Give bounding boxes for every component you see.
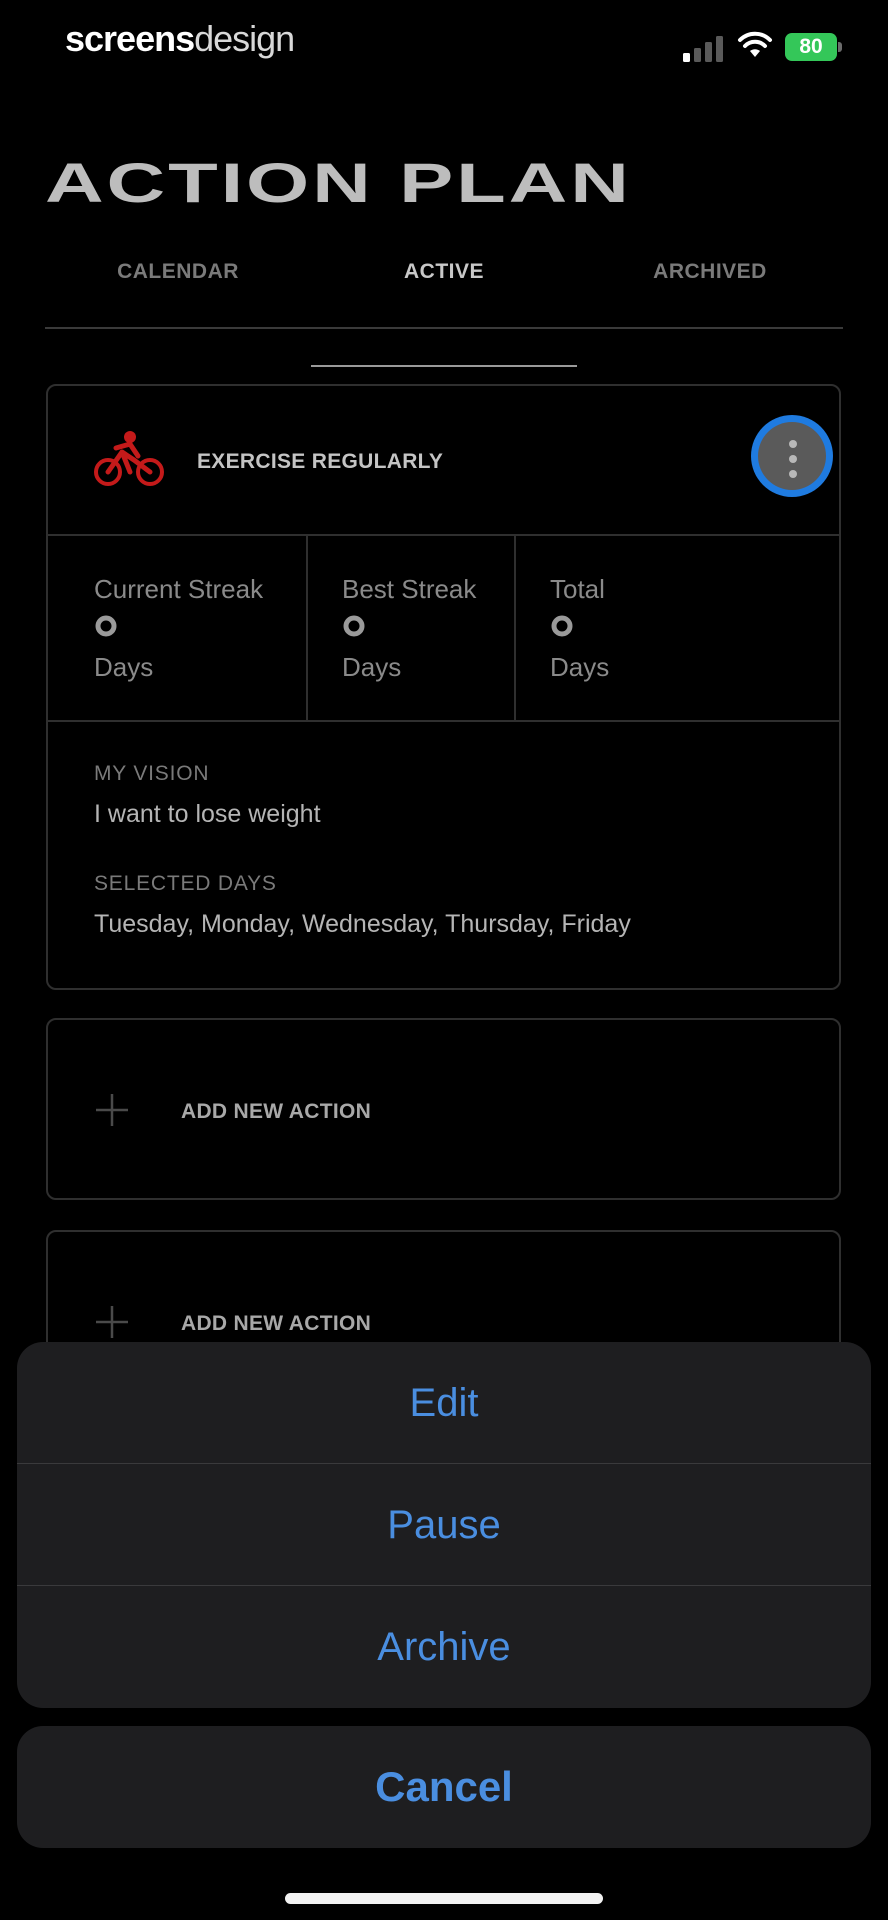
- plus-icon: [96, 1306, 128, 1338]
- brand-watermark: screensdesign: [65, 18, 295, 60]
- habit-name: EXERCISE REGULARLY: [197, 450, 444, 473]
- vision-label: MY VISION: [94, 762, 210, 785]
- more-vertical-icon: [758, 422, 826, 490]
- page-title: ACTION PLAN: [45, 151, 632, 214]
- tab-active[interactable]: ACTIVE: [311, 255, 577, 367]
- more-options-button[interactable]: [751, 415, 833, 497]
- vision-text: I want to lose weight: [94, 800, 321, 828]
- stat-unit: Days: [342, 652, 402, 682]
- stat-label: Current Streak: [94, 574, 264, 604]
- tab-bar: CALENDAR ACTIVE ARCHIVED: [45, 255, 843, 367]
- archive-button[interactable]: Archive: [17, 1586, 871, 1708]
- battery-tip: [838, 42, 842, 52]
- dot: [789, 470, 797, 478]
- stat-unit: Days: [550, 652, 610, 682]
- stat-unit: Days: [94, 652, 154, 682]
- wifi-icon: [738, 31, 772, 57]
- add-new-action-label: ADD NEW ACTION: [181, 1100, 372, 1123]
- add-new-action-label: ADD NEW ACTION: [181, 1312, 372, 1335]
- zero-value-icon: [95, 615, 117, 637]
- stat-label: Total: [550, 574, 605, 604]
- action-sheet: Edit Pause Archive: [17, 1342, 871, 1708]
- cellular-signal-icon: [683, 36, 723, 62]
- tab-archived[interactable]: ARCHIVED: [577, 255, 843, 327]
- plus-icon: [96, 1094, 128, 1126]
- zero-value-icon: [551, 615, 573, 637]
- home-indicator[interactable]: [285, 1893, 603, 1904]
- bike-icon: [94, 431, 164, 486]
- selected-days-text: Tuesday, Monday, Wednesday, Thursday, Fr…: [94, 910, 631, 938]
- stat-current-streak: Current Streak Days: [48, 534, 308, 720]
- tab-calendar[interactable]: CALENDAR: [45, 255, 311, 327]
- brand-part1: screens: [65, 18, 195, 59]
- battery-level: 80: [785, 33, 837, 61]
- habit-card-header: EXERCISE REGULARLY: [48, 386, 839, 536]
- stat-label: Best Streak: [342, 574, 477, 604]
- dot: [789, 455, 797, 463]
- dot: [789, 440, 797, 448]
- brand-part2: design: [194, 18, 295, 59]
- stats-row: Current Streak Days Best Streak Days Tot…: [48, 534, 839, 722]
- cancel-button[interactable]: Cancel: [17, 1726, 871, 1848]
- selected-days-label: SELECTED DAYS: [94, 872, 277, 895]
- habit-card[interactable]: EXERCISE REGULARLY Current Streak Days B…: [46, 384, 841, 990]
- edit-button[interactable]: Edit: [17, 1342, 871, 1464]
- stat-best-streak: Best Streak Days: [306, 534, 516, 720]
- add-new-action-card[interactable]: ADD NEW ACTION: [46, 1018, 841, 1200]
- stat-total: Total Days: [514, 534, 834, 720]
- zero-value-icon: [343, 615, 365, 637]
- pause-button[interactable]: Pause: [17, 1464, 871, 1586]
